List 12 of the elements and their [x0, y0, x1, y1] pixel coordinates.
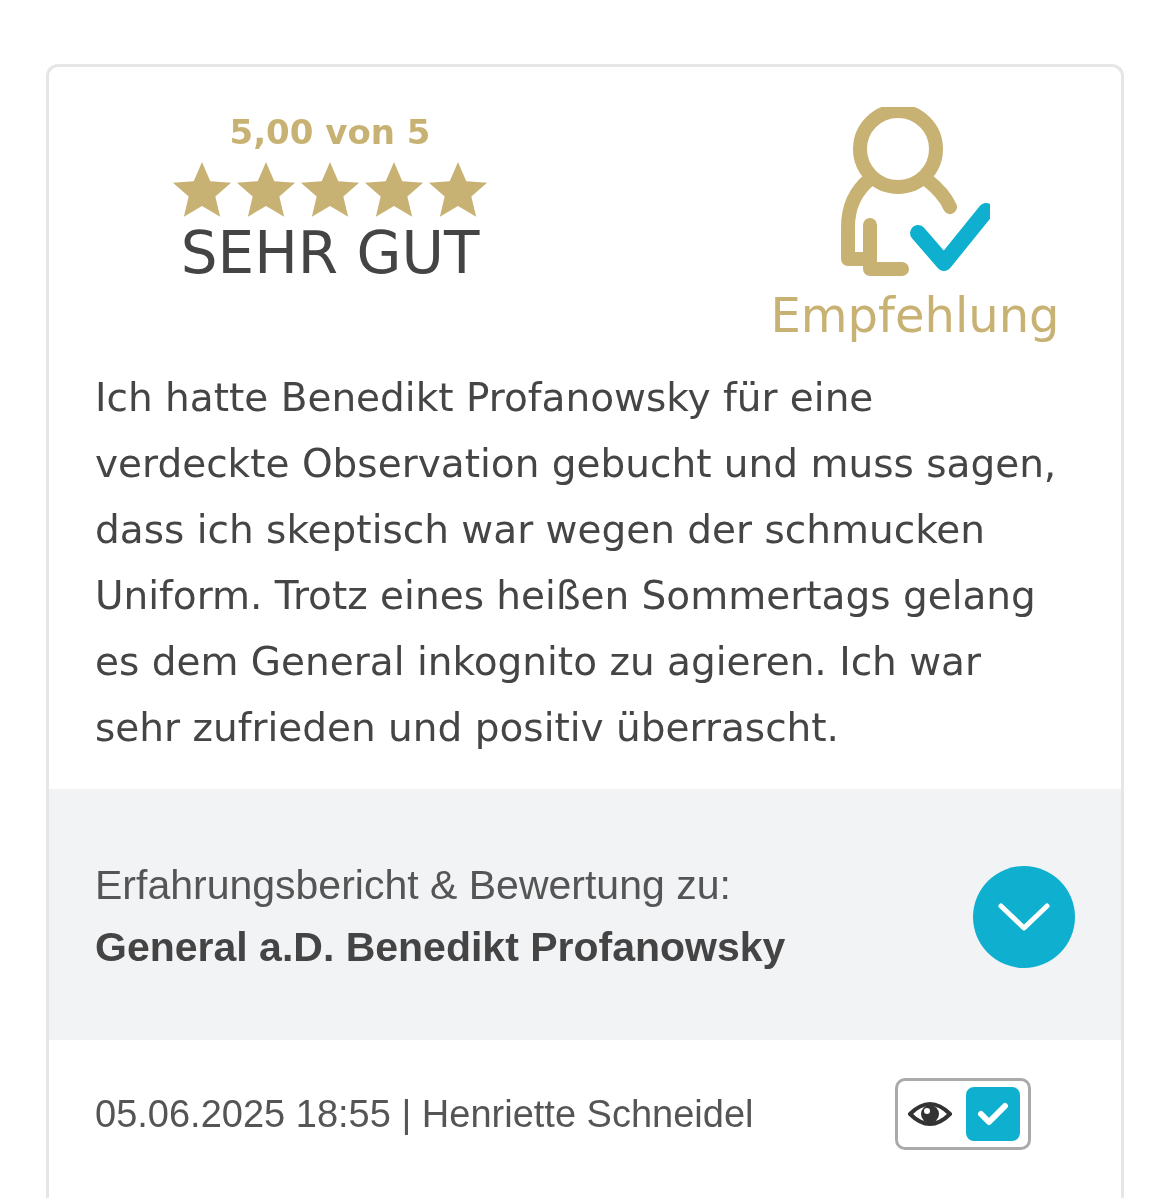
subject-name: General a.D. Benedikt Profanowsky: [95, 922, 786, 972]
recommendation-label: Empfehlung: [770, 286, 1060, 345]
subject-caption: Erfahrungsbericht & Bewertung zu:: [95, 861, 732, 910]
check-icon: [977, 1101, 1009, 1127]
eye-icon[interactable]: [908, 1100, 952, 1128]
rating-score: 5,00 von 5: [229, 111, 431, 154]
checkbox[interactable]: [966, 1087, 1020, 1141]
rating-verdict: SEHR GUT: [180, 222, 480, 286]
chevron-icon: [997, 901, 1051, 932]
review-meta: 05.06.2025 18:55 | Henriette Schneidel: [95, 1091, 754, 1137]
person-check-icon: [840, 107, 990, 279]
review-text: Ich hatte Benedikt Profanowsky für eine verdeckte Observation gebucht und muss sagen, dass ich skeptisch war wegen der schmucken Uniform. Trotz eines heißen Sommertags gelang es dem General inkognito zu agieren. Ich war sehr zufrieden und positiv überrascht.: [94, 374, 1058, 752]
